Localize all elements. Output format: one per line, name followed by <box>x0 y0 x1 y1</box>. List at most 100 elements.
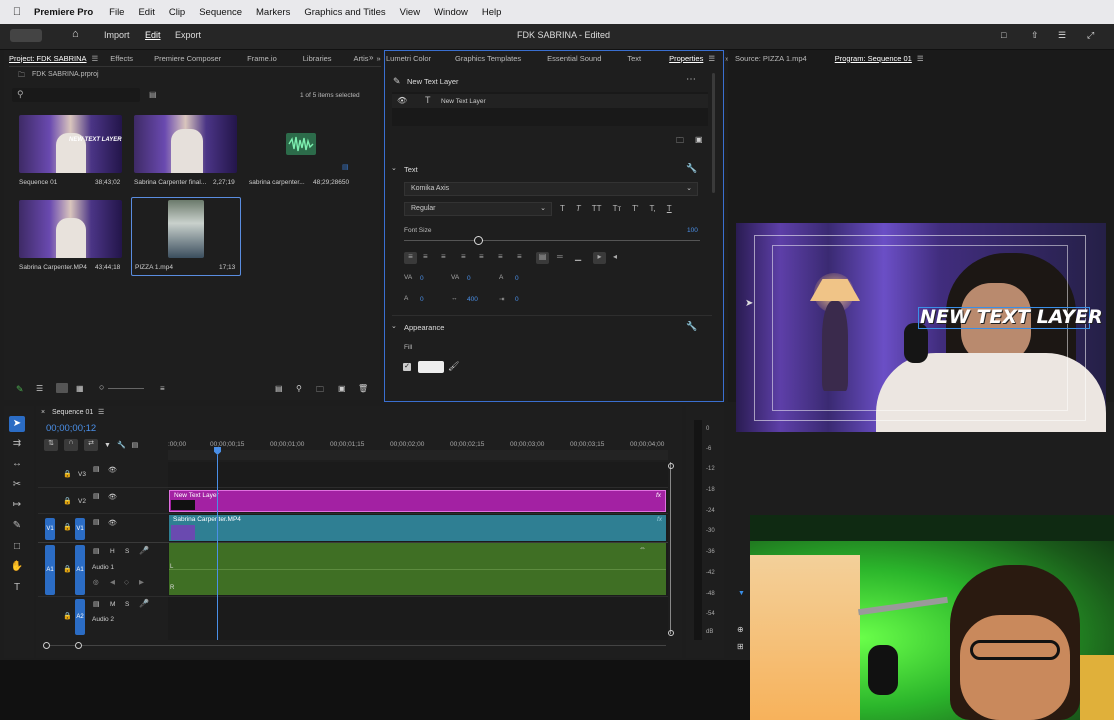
trash-icon[interactable]: 🗑 <box>358 384 368 393</box>
eyedropper-icon[interactable]: 🖌 <box>448 361 459 372</box>
workspace-toggle[interactable] <box>10 29 42 42</box>
layout-icon[interactable]: □ <box>1001 30 1006 40</box>
layer-folder-icon[interactable]: 🗀 <box>676 135 684 149</box>
source-patch-a1[interactable]: A1 <box>45 545 55 595</box>
align-middle-icon[interactable]: ═ <box>557 252 563 261</box>
zoom-slider-handle[interactable]: ○ <box>99 382 104 392</box>
visibility-eye-icon[interactable]: 👁 <box>397 96 407 105</box>
tab-premiere-composer[interactable]: Premiere Composer <box>154 54 221 63</box>
project-search-input[interactable] <box>12 88 140 102</box>
source-patch-v1[interactable]: V1 <box>45 518 55 540</box>
menu-help[interactable]: Help <box>482 7 502 18</box>
target-v1[interactable]: V1 <box>75 518 85 540</box>
zoom-handle-right[interactable] <box>75 642 82 649</box>
sync-lock-icon[interactable]: ▤ <box>93 547 100 555</box>
leading-value[interactable]: 0 <box>420 296 424 303</box>
align-top-icon[interactable]: ▤ <box>536 252 549 264</box>
pencil-icon[interactable]: ✎ <box>16 384 24 395</box>
eye-icon[interactable]: 👁 <box>108 493 117 501</box>
app-menu[interactable]: Premiere Pro <box>34 7 93 18</box>
automate-icon[interactable]: ▤ <box>275 384 283 393</box>
wrench-icon[interactable]: 🔧 <box>686 163 697 174</box>
nest-icon[interactable]: ⇅ <box>44 439 58 451</box>
zoom-handle-left[interactable] <box>43 642 50 649</box>
fullscreen-icon[interactable]: ⤢ <box>1087 30 1094 41</box>
monitor-settings-icon[interactable]: ⊞ <box>737 642 744 651</box>
tab-text[interactable]: Text <box>627 54 641 63</box>
solo-button[interactable]: S <box>125 601 129 608</box>
tab-effects[interactable]: Effects <box>110 54 133 63</box>
tab-menu-icon[interactable]: ☰ <box>708 54 715 63</box>
sync-lock-icon[interactable]: ▤ <box>93 492 100 500</box>
sync-lock-icon[interactable]: ▤ <box>93 600 100 608</box>
tab-frameio[interactable]: Frame.io <box>247 54 277 63</box>
tab-essential-sound[interactable]: Essential Sound <box>547 54 601 63</box>
target-a2[interactable]: A2 <box>75 599 85 635</box>
rtl-icon[interactable]: ◂ <box>613 252 617 261</box>
tab-lumetri-color[interactable]: Lumetri Color <box>386 54 431 63</box>
properties-scrollbar[interactable] <box>712 73 715 193</box>
mute-button[interactable]: M <box>110 601 115 608</box>
sort-icon[interactable]: ≡ <box>160 384 165 393</box>
align-right-icon[interactable]: ≡ <box>441 252 446 261</box>
type-tool-icon[interactable]: T <box>9 580 25 596</box>
appearance-wrench-icon[interactable]: 🔧 <box>686 321 697 332</box>
voiceover-mic-icon[interactable]: 🎤 <box>139 546 149 555</box>
voiceover-mic-icon[interactable]: 🎤 <box>139 599 149 608</box>
video-clip[interactable]: Sabrina Carpenter.MP4 fx <box>169 515 666 541</box>
tab-properties[interactable]: Properties <box>669 54 703 63</box>
menu-graphics[interactable]: Graphics and Titles <box>304 7 385 18</box>
monitor-playhead-icon[interactable]: ▼ <box>738 590 745 597</box>
text-clip[interactable]: New Text Layer fx <box>169 490 666 512</box>
sequence-menu-icon[interactable]: ☰ <box>98 408 104 416</box>
font-size-slider-handle[interactable] <box>474 236 483 245</box>
align-center-icon[interactable]: ≡ <box>423 252 428 261</box>
mute-button[interactable]: H <box>110 548 115 555</box>
vertical-scrollbar[interactable] <box>670 462 671 634</box>
font-size-value[interactable]: 100 <box>687 227 698 234</box>
align-left-icon[interactable]: ≡ <box>404 252 417 264</box>
justify-left-icon[interactable]: ≡ <box>461 252 466 261</box>
captions-icon[interactable]: ▤ <box>132 441 139 449</box>
icon-view-icon[interactable] <box>56 383 68 393</box>
lock-icon[interactable]: 🔒 <box>63 565 72 573</box>
tsume-value[interactable]: 400 <box>467 296 478 303</box>
font-style-dropdown[interactable]: Regular ⌄ <box>404 202 552 216</box>
baseline-value[interactable]: 0 <box>515 275 519 282</box>
snap-icon[interactable]: ∩ <box>64 439 78 451</box>
scroll-handle[interactable] <box>668 463 674 469</box>
menu-file[interactable]: File <box>109 7 124 18</box>
marker-icon[interactable]: ▼ <box>104 442 111 449</box>
justify-center-icon[interactable]: ≡ <box>479 252 484 261</box>
thumb-sabrina-final[interactable] <box>134 115 237 173</box>
fill-color-swatch[interactable] <box>418 361 444 373</box>
next-keyframe-icon[interactable]: ▶ <box>139 578 144 586</box>
rectangle-tool-icon[interactable]: □ <box>9 539 25 555</box>
scroll-handle[interactable] <box>668 630 674 636</box>
find-icon[interactable]: ⚲ <box>296 384 302 393</box>
selection-tool-icon[interactable]: ➤ <box>9 416 25 432</box>
superscript-button[interactable]: T' <box>632 204 638 213</box>
justify-all-icon[interactable]: ≡ <box>517 252 522 261</box>
tab-program[interactable]: Program: Sequence 01 <box>835 54 912 63</box>
all-caps-button[interactable]: TT <box>592 204 602 213</box>
linked-select-icon[interactable]: ⇄ <box>84 439 98 451</box>
folder-icon[interactable]: 🗀 <box>316 384 324 398</box>
keyframe-icon[interactable]: ◇ <box>124 578 129 586</box>
tab-source[interactable]: Source: PIZZA 1.mp4 <box>735 54 807 63</box>
import-tab[interactable]: Import <box>104 30 130 40</box>
tab-menu-icon[interactable]: ☰ <box>92 54 99 63</box>
justify-right-icon[interactable]: ≡ <box>498 252 503 261</box>
fill-checkbox[interactable]: ✓ <box>403 363 411 371</box>
menu-markers[interactable]: Markers <box>256 7 290 18</box>
menu-sequence[interactable]: Sequence <box>199 7 242 18</box>
subscript-button[interactable]: T, <box>650 204 656 213</box>
eye-icon[interactable]: 👁 <box>108 519 117 527</box>
audio-waveform-icon[interactable] <box>286 133 316 155</box>
font-family-dropdown[interactable]: Komika Axis ⌄ <box>404 182 698 196</box>
kerning-value[interactable]: 0 <box>420 275 424 282</box>
lock-icon[interactable]: 🔒 <box>63 497 72 505</box>
menu-view[interactable]: View <box>400 7 420 18</box>
layer-row[interactable] <box>392 94 708 108</box>
track-select-icon[interactable]: ⇉ <box>9 436 25 452</box>
